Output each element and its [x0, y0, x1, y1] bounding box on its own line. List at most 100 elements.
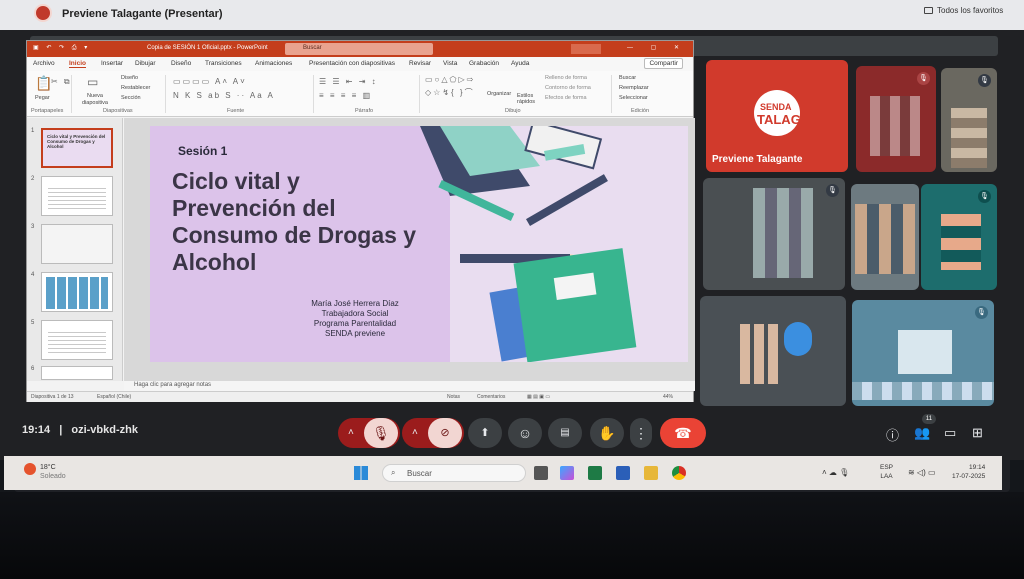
current-slide[interactable]: Sesión 1 Ciclo vital y Prevención del Co…: [150, 126, 688, 362]
menu-grabacion[interactable]: Grabación: [469, 60, 499, 67]
window-controls[interactable]: — ▢ ✕: [627, 44, 687, 51]
participant-tile[interactable]: [700, 296, 846, 406]
reactions-button[interactable]: ☺: [508, 418, 542, 448]
menu-presentacion[interactable]: Presentación con diapositivas: [309, 60, 395, 67]
comments-button[interactable]: Comentarios: [477, 394, 505, 400]
file-explorer-icon[interactable]: [644, 466, 658, 480]
taskbar-clock[interactable]: 19:14 17-07-2025: [952, 463, 985, 481]
zoom-level[interactable]: 44%: [663, 394, 673, 400]
participant-tile[interactable]: 🎙: [703, 178, 845, 290]
more-options-button[interactable]: ⋮: [630, 418, 652, 448]
chrome-icon[interactable]: [672, 466, 686, 480]
menu-diseno[interactable]: Diseño: [171, 60, 191, 67]
word-icon[interactable]: [616, 466, 630, 480]
find-button[interactable]: Buscar: [619, 75, 636, 81]
notes-area[interactable]: Haga clic para agregar notas: [124, 381, 695, 391]
grid-icon: ⊞: [972, 425, 983, 440]
mic-toggle-button[interactable]: 🎙: [364, 418, 398, 448]
paste-button[interactable]: Pegar: [35, 95, 50, 101]
notes-button[interactable]: Notas: [447, 394, 460, 400]
slide-thumbnail-3[interactable]: [41, 224, 113, 264]
menu-dibujar[interactable]: Dibujar: [135, 60, 156, 67]
activities-button[interactable]: ⊞: [972, 425, 983, 441]
task-view-icon[interactable]: [534, 466, 548, 480]
participant-tile[interactable]: 🎙: [941, 68, 997, 172]
mic-off-icon: 🎙: [978, 190, 991, 203]
font-box[interactable]: ▭▭▭▭ A˄ A˅: [173, 77, 247, 86]
present-button[interactable]: ⬆: [468, 418, 502, 448]
shape-outline-button[interactable]: Contorno de forma: [545, 85, 591, 91]
logo-bottom: TALAG: [757, 112, 801, 127]
camera-toggle-button[interactable]: ⊘: [428, 418, 462, 448]
menu-vista[interactable]: Vista: [443, 60, 457, 67]
slide-thumbnail-2[interactable]: [41, 176, 113, 216]
share-button[interactable]: Compartir: [644, 58, 683, 69]
bookmarks-button[interactable]: Todos los favoritos: [924, 6, 1003, 15]
menu-animaciones[interactable]: Animaciones: [255, 60, 292, 67]
end-call-button[interactable]: ☎: [660, 418, 706, 448]
windows-start-icon[interactable]: [354, 466, 368, 480]
view-buttons[interactable]: ▦ ▤ ▣ ▭: [527, 394, 550, 400]
organize-button[interactable]: Organizar: [487, 91, 511, 97]
excel-icon[interactable]: [588, 466, 602, 480]
meeting-code[interactable]: ozi-vbkd-zhk: [71, 424, 138, 436]
captions-button[interactable]: ▤: [548, 418, 582, 448]
participant-tile[interactable]: 🎙: [856, 66, 936, 172]
slide-thumbnail-1[interactable]: Ciclo vital y Prevención del Consumo de …: [41, 128, 113, 168]
taskbar-search-placeholder: Buscar: [407, 469, 432, 478]
copilot-icon[interactable]: [560, 466, 574, 480]
network-volume-battery-icons[interactable]: ≋ ◁) ▭: [908, 468, 936, 477]
slide-thumbnail-5[interactable]: [41, 320, 113, 360]
group-paragraph: Párrafo: [355, 108, 374, 114]
info-button[interactable]: ⓘ: [886, 425, 899, 444]
shapes-gallery-icon[interactable]: ▭○△⬠▷⇨: [425, 75, 475, 84]
menu-archivo[interactable]: Archivo: [33, 60, 55, 67]
weather-widget[interactable]: 18°C Soleado: [40, 463, 66, 481]
author-program: Programa Parentalidad: [313, 319, 397, 328]
participant-tile[interactable]: 🎙: [921, 184, 997, 290]
quick-access-icons[interactable]: ▣ ↶ ↷ ⎙ ▾: [33, 44, 90, 52]
slide-thumbnail-6[interactable]: [41, 366, 113, 380]
layout-button[interactable]: Diseño: [121, 75, 138, 81]
menu-insertar[interactable]: Insertar: [101, 60, 123, 67]
chat-button[interactable]: ▭: [944, 425, 956, 441]
tray-icons[interactable]: ˄ ☁ 🎙: [822, 468, 849, 477]
participant-tile[interactable]: 🎙: [852, 300, 994, 406]
windows-taskbar: 18°C Soleado ⌕ Buscar ˄ ☁ 🎙 ESP LAA ≋ ◁)…: [4, 456, 1002, 490]
tab-title[interactable]: Previene Talagante (Presentar): [62, 8, 223, 20]
menu-ayuda[interactable]: Ayuda: [511, 60, 529, 67]
bookmarks-label: Todos los favoritos: [937, 6, 1004, 15]
quick-styles-button[interactable]: Estilos rápidos: [517, 93, 539, 105]
slide-author-block: María José Herrera Díaz Trabajadora Soci…: [280, 299, 430, 339]
menu-revisar[interactable]: Revisar: [409, 60, 431, 67]
font-format-icons[interactable]: N K S ab S ·· Aa A: [173, 91, 275, 100]
temperature: 18°C: [40, 464, 56, 471]
author-name: María José Herrera Díaz: [311, 299, 399, 308]
shape-fill-button[interactable]: Relleno de forma: [545, 75, 587, 81]
paragraph-list-icons[interactable]: ☰ ☰ ⇤ ⇥ ↕: [319, 77, 378, 86]
select-button[interactable]: Seleccionar: [619, 95, 648, 101]
reset-button[interactable]: Restablecer: [121, 85, 150, 91]
section-button[interactable]: Sección: [121, 95, 141, 101]
taskbar-search-input[interactable]: ⌕ Buscar: [382, 464, 526, 482]
new-slide-icon[interactable]: ▭: [87, 75, 100, 89]
participant-tile-presenter[interactable]: SENDA TALAG Previene Talagante: [706, 60, 848, 172]
paragraph-align-icons[interactable]: ≡ ≡ ≡ ≡ ▥: [319, 91, 372, 100]
ppt-search-input[interactable]: Buscar: [285, 43, 433, 55]
clipboard-tools-icon[interactable]: ✂ ⧉: [51, 77, 72, 87]
raise-hand-button[interactable]: ✋: [590, 418, 624, 448]
new-slide-button[interactable]: Nueva diapositiva: [77, 93, 113, 107]
people-button[interactable]: 👥: [914, 425, 930, 441]
participant-tile[interactable]: [851, 184, 919, 290]
slide-thumbnail-4[interactable]: [41, 272, 113, 312]
replace-button[interactable]: Reemplazar: [619, 85, 649, 91]
menu-inicio[interactable]: Inicio: [69, 60, 86, 68]
weather-icon[interactable]: [24, 463, 36, 475]
slide-title: Ciclo vital y Prevención del Consumo de …: [172, 168, 417, 275]
menu-transiciones[interactable]: Transiciones: [205, 60, 242, 67]
mic-off-icon: 🎙: [826, 184, 839, 197]
shapes-gallery-row2[interactable]: ◇☆↯{ }⌒: [425, 87, 475, 98]
ppt-user-badge[interactable]: [571, 44, 601, 54]
input-language[interactable]: ESP LAA: [880, 463, 893, 481]
shape-effects-button[interactable]: Efectos de forma: [545, 95, 587, 101]
